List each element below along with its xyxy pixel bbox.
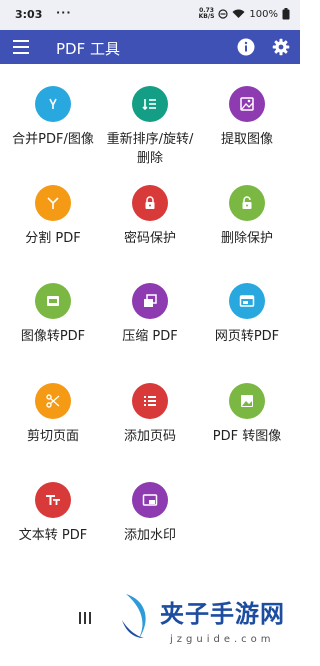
tool-add-watermark[interactable]: 添加水印 (103, 482, 197, 545)
tool-cut-pages[interactable]: 剪切页面 (6, 383, 100, 446)
tool-merge-pdf-image[interactable]: 合并PDF/图像 (6, 86, 100, 149)
split-icon (35, 185, 71, 221)
status-icons: 0.73 KB/S 100% (199, 8, 290, 20)
battery-level: 100% (249, 8, 278, 20)
gear-icon[interactable] (272, 38, 290, 56)
watermark-icon (132, 482, 168, 518)
tool-label: 剪切页面 (26, 429, 79, 444)
reorder-icon (132, 86, 168, 122)
status-time: 3:03 (15, 8, 43, 21)
recent-apps-button[interactable] (79, 612, 91, 624)
page-number-icon (132, 383, 168, 419)
page-title: PDF 工具 (56, 40, 120, 58)
tool-label: 压缩 PDF (122, 329, 178, 344)
tool-password-protect[interactable]: 密码保护 (103, 185, 197, 248)
unlock-icon (229, 185, 265, 221)
text-icon (35, 482, 71, 518)
lock-icon (132, 185, 168, 221)
site-name: 夹子手游网 (160, 599, 285, 628)
merge-icon (35, 86, 71, 122)
tool-label: 密码保护 (123, 231, 176, 246)
notification-dots: ··· (56, 6, 72, 19)
tool-label: 文本转 PDF (18, 528, 88, 543)
tool-label: 网页转PDF (214, 329, 280, 344)
site-domain: jzguide.com (170, 634, 275, 645)
pdf-to-image-icon (229, 383, 265, 419)
compress-icon (132, 283, 168, 319)
tool-label: 合并PDF/图像 (12, 132, 94, 147)
tool-label: 图像转PDF (20, 329, 86, 344)
tool-extract-images[interactable]: 提取图像 (200, 86, 294, 149)
network-speed-unit: KB/S (198, 13, 215, 20)
tool-compress-pdf[interactable]: 压缩 PDF (103, 283, 197, 346)
tool-remove-protection[interactable]: 删除保护 (200, 185, 294, 248)
extract-image-icon (229, 86, 265, 122)
tool-text-to-pdf[interactable]: 文本转 PDF (6, 482, 100, 545)
tool-image-to-pdf[interactable]: 图像转PDF (6, 283, 100, 346)
tool-label: 删除保护 (220, 231, 273, 246)
scissors-icon (35, 383, 71, 419)
tool-add-page-numbers[interactable]: 添加页码 (103, 383, 197, 446)
site-watermark: 夹子手游网 jzguide.com (114, 588, 300, 666)
app-bar: PDF 工具 (0, 30, 300, 64)
battery-icon (282, 8, 290, 20)
tool-reorder-rotate-delete[interactable]: 重新排序/旋转/删除 (103, 86, 197, 168)
tool-pdf-to-image[interactable]: PDF 转图像 (200, 383, 294, 446)
tool-label: 添加页码 (123, 429, 176, 444)
tool-label: 重新排序/旋转/删除 (106, 132, 194, 166)
web-page-icon (229, 283, 265, 319)
tool-web-to-pdf[interactable]: 网页转PDF (200, 283, 294, 346)
info-icon[interactable] (237, 38, 255, 56)
hamburger-menu-icon[interactable] (13, 40, 29, 54)
do-not-disturb-icon (218, 9, 229, 19)
image-to-pdf-icon (35, 283, 71, 319)
tool-label: 提取图像 (220, 132, 273, 147)
tool-label: 分割 PDF (25, 231, 81, 246)
tool-label: 添加水印 (123, 528, 176, 543)
network-speed: 0.73 KB/S (199, 8, 215, 20)
tool-split-pdf[interactable]: 分割 PDF (6, 185, 100, 248)
site-logo (122, 594, 146, 640)
tool-label: PDF 转图像 (212, 429, 282, 444)
wifi-icon (232, 9, 245, 18)
status-bar: 3:03 ··· 0.73 KB/S 100% (0, 0, 300, 30)
